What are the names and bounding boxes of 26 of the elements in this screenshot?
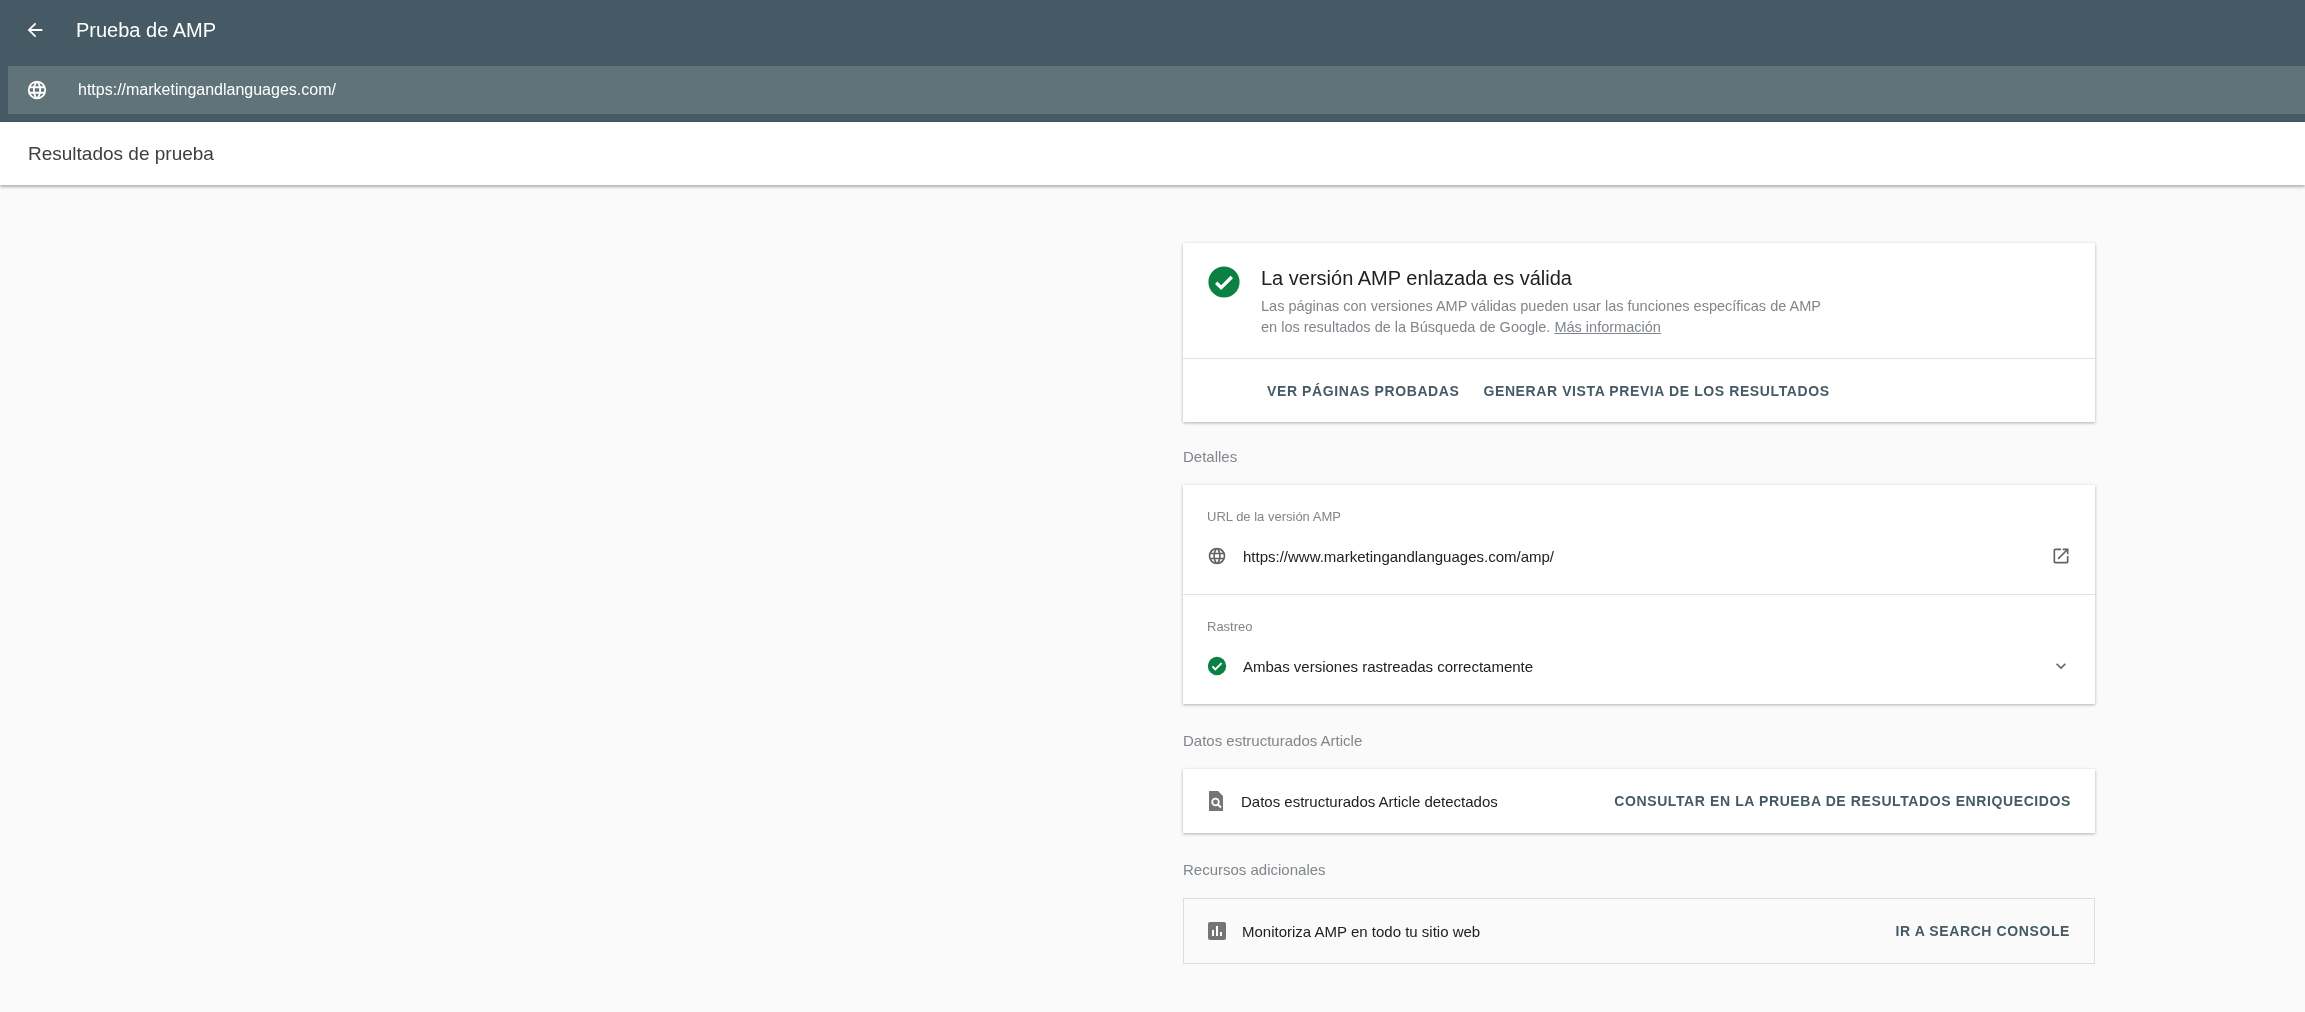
globe-icon [1207,546,1227,566]
page-title: Prueba de AMP [76,18,217,42]
section-heading: Recursos adicionales [1183,861,1327,878]
check-circle-icon [1207,656,1227,676]
status-title: La versión AMP enlazada es válida [1261,267,1573,290]
open-in-new-icon[interactable] [2051,546,2071,566]
more-info-link[interactable]: Más información [1554,319,1661,335]
row-text: Ambas versiones rastreadas correctamente [1243,657,1535,675]
url-field[interactable]: https://marketingandlanguages.com/ [8,66,2305,114]
action-button[interactable]: IR A SEARCH CONSOLE [1895,919,2070,943]
row-label: URL de la versión AMP [1207,509,1342,524]
row-text: Monitoriza AMP en todo tu sitio web [1242,922,1482,940]
action-button[interactable]: CONSULTAR EN LA PRUEBA DE RESULTADOS ENRIQUECIDOS [1614,789,2071,813]
document-search-icon [1207,791,1225,811]
results-title: Resultados de prueba [28,142,214,165]
row-text: Datos estructurados Article detectados [1241,792,1499,810]
check-circle-icon [1207,265,1241,299]
action-button[interactable]: VER PÁGINAS PROBADAS [1267,378,1460,403]
section-heading: Datos estructurados Article [1183,732,1364,749]
action-button[interactable]: GENERAR VISTA PREVIA DE LOS RESULTADOS [1483,378,1830,403]
status-description: Las páginas con versiones AMP válidas pueden usar las funciones específicas de AMP en los resultados de la Búsqueda de Google. Más información [1261,297,1821,337]
row-label: Rastreo [1207,619,1254,634]
bar-chart-icon [1208,922,1226,940]
globe-icon [26,79,48,101]
row-text: https://www.marketingandlanguages.com/amp/ [1243,547,1555,565]
section-heading: Detalles [1183,448,1239,465]
